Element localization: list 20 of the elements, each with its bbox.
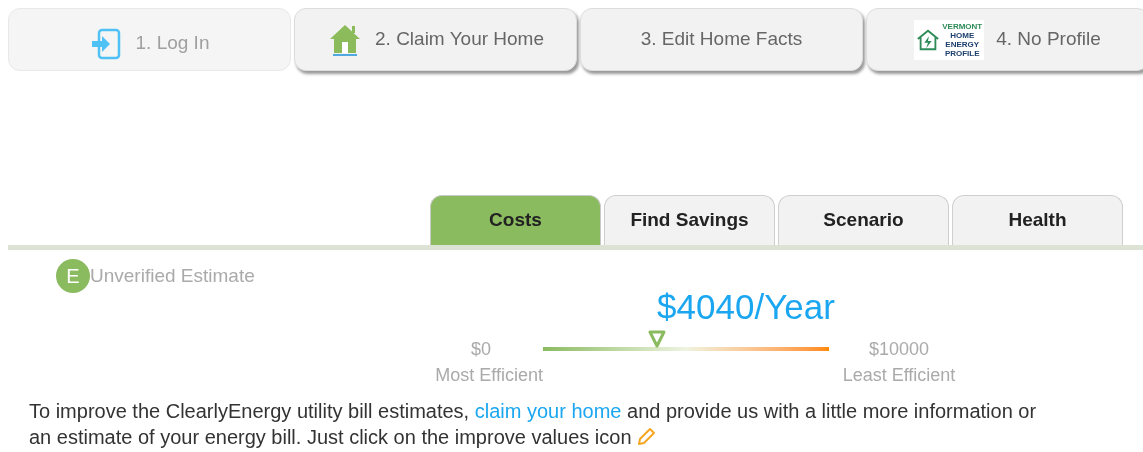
logo-text: VERMONT — [942, 21, 983, 31]
max-label: Least Efficient — [842, 363, 956, 387]
min-label: Most Efficient — [435, 363, 543, 387]
min-cost: $0 — [470, 337, 492, 361]
tab[interactable]: Costs — [430, 195, 601, 245]
tab[interactable]: Find Savings — [604, 195, 775, 245]
annual-cost: $4040/Year — [657, 286, 835, 328]
logo-text: PROFILE — [943, 48, 981, 58]
step-button[interactable]: 2. Claim Your Home — [294, 8, 577, 71]
tab[interactable]: Scenario — [778, 195, 949, 245]
step-button[interactable]: 3. Edit Home Facts — [580, 8, 863, 71]
estimate-badge: E — [56, 259, 90, 293]
tab[interactable]: Health — [952, 195, 1123, 245]
logo-text: HOME — [949, 30, 976, 40]
step-button[interactable]: VERMONT HOME ENERGY PROFILE 4. No Profile — [866, 8, 1143, 71]
pencil-icon[interactable] — [635, 426, 656, 447]
improve-message: To improve the ClearlyEnergy utility bill estimates, claim your home and provide us with a little more information or an estimate of your energy bill. Just click on the improve values icon — [29, 398, 1038, 450]
estimate-label: Unverified Estimate — [90, 263, 255, 288]
max-cost: $10000 — [868, 337, 930, 361]
logo-text: ENERGY — [944, 39, 981, 49]
